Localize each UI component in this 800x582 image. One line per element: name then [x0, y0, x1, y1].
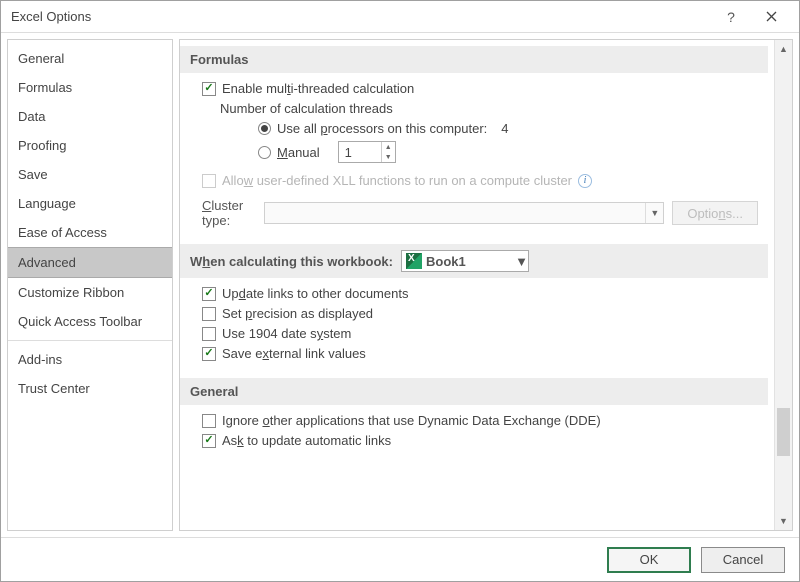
enable-multithreaded-label: Enable multi-threaded calculation	[222, 81, 414, 96]
set-precision-label: Set precision as displayed	[222, 306, 373, 321]
ask-update-links-checkbox[interactable]	[202, 434, 216, 448]
manual-threads-input[interactable]	[339, 142, 381, 162]
section-workbook-label: When calculating this workbook:	[190, 254, 393, 269]
ignore-dde-checkbox[interactable]	[202, 414, 216, 428]
sidebar-item-trust-center[interactable]: Trust Center	[8, 374, 172, 403]
dialog-button-bar: OK Cancel	[1, 537, 799, 581]
use-all-processors-label: Use all processors on this computer:	[277, 121, 487, 136]
sidebar-item-save[interactable]: Save	[8, 160, 172, 189]
allow-xll-checkbox	[202, 174, 216, 188]
cluster-options-button: Options...	[672, 201, 758, 225]
ok-button[interactable]: OK	[607, 547, 691, 573]
excel-icon	[406, 253, 422, 269]
category-sidebar: General Formulas Data Proofing Save Lang…	[7, 39, 173, 531]
use-all-processors-radio[interactable]	[258, 122, 271, 135]
sidebar-item-data[interactable]: Data	[8, 102, 172, 131]
title-bar: Excel Options ?	[1, 1, 799, 33]
ask-update-links-label: Ask to update automatic links	[222, 433, 391, 448]
section-workbook-heading: When calculating this workbook: Book1 ▼	[180, 244, 768, 278]
manual-threads-label: Manual	[277, 145, 320, 160]
workbook-name: Book1	[426, 254, 515, 269]
cluster-type-combo: ▼	[264, 202, 664, 224]
scroll-track[interactable]	[775, 58, 792, 512]
section-formulas-label: Formulas	[190, 52, 249, 67]
scroll-down-icon[interactable]: ▼	[775, 512, 792, 530]
close-icon	[766, 11, 777, 22]
update-links-label: Update links to other documents	[222, 286, 408, 301]
spinner-up-icon[interactable]: ▲	[382, 142, 395, 152]
scroll-up-icon[interactable]: ▲	[775, 40, 792, 58]
section-formulas-heading: Formulas	[180, 46, 768, 73]
sidebar-item-language[interactable]: Language	[8, 189, 172, 218]
sidebar-item-general[interactable]: General	[8, 44, 172, 73]
set-precision-checkbox[interactable]	[202, 307, 216, 321]
threads-label: Number of calculation threads	[220, 101, 393, 116]
save-external-checkbox[interactable]	[202, 347, 216, 361]
vertical-scrollbar[interactable]: ▲ ▼	[774, 40, 792, 530]
use-1904-checkbox[interactable]	[202, 327, 216, 341]
chevron-down-icon[interactable]: ▼	[515, 254, 528, 269]
chevron-down-icon: ▼	[645, 203, 663, 223]
sidebar-item-formulas[interactable]: Formulas	[8, 73, 172, 102]
sidebar-item-addins[interactable]: Add-ins	[8, 345, 172, 374]
use-1904-label: Use 1904 date system	[222, 326, 351, 341]
update-links-checkbox[interactable]	[202, 287, 216, 301]
cancel-button[interactable]: Cancel	[701, 547, 785, 573]
close-button[interactable]	[751, 2, 791, 32]
cluster-type-label: Cluster type:	[202, 198, 256, 228]
processor-count: 4	[501, 121, 508, 136]
window-title: Excel Options	[11, 9, 711, 24]
spinner-down-icon[interactable]: ▼	[382, 152, 395, 162]
section-general-heading: General	[180, 378, 768, 405]
workbook-selector[interactable]: Book1 ▼	[401, 250, 529, 272]
sidebar-separator	[8, 340, 172, 341]
allow-xll-label: Allow user-defined XLL functions to run …	[222, 173, 572, 188]
info-icon[interactable]: i	[578, 174, 592, 188]
sidebar-item-customize-ribbon[interactable]: Customize Ribbon	[8, 278, 172, 307]
enable-multithreaded-checkbox[interactable]	[202, 82, 216, 96]
ignore-dde-label: Ignore other applications that use Dynam…	[222, 413, 601, 428]
sidebar-item-quick-access[interactable]: Quick Access Toolbar	[8, 307, 172, 336]
manual-threads-spinner[interactable]: ▲ ▼	[338, 141, 396, 163]
help-button[interactable]: ?	[711, 2, 751, 32]
section-general-label: General	[190, 384, 238, 399]
settings-panel: Formulas Enable multi-threaded calculati…	[180, 40, 774, 530]
save-external-label: Save external link values	[222, 346, 366, 361]
manual-threads-radio[interactable]	[258, 146, 271, 159]
sidebar-item-ease-of-access[interactable]: Ease of Access	[8, 218, 172, 247]
scroll-thumb[interactable]	[777, 408, 790, 456]
sidebar-item-proofing[interactable]: Proofing	[8, 131, 172, 160]
sidebar-item-advanced[interactable]: Advanced	[8, 247, 172, 278]
